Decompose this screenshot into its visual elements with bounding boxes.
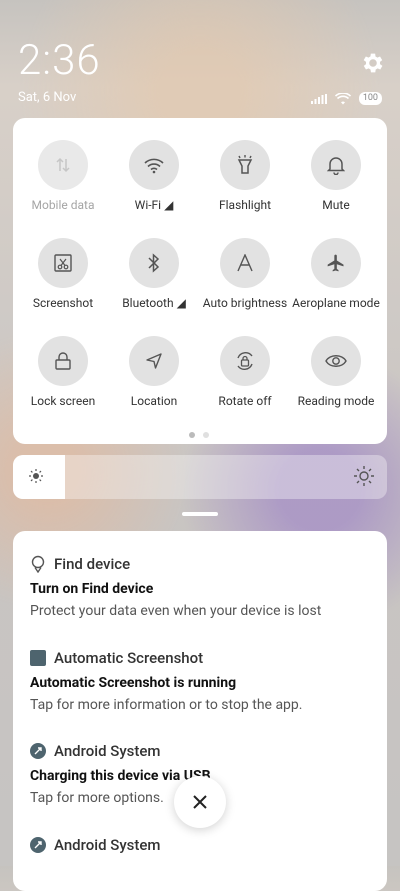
- eye-icon: [311, 336, 361, 386]
- tile-label: Flashlight: [219, 198, 271, 212]
- tile-label: Mute: [322, 198, 350, 212]
- notification-title: Turn on Find device: [30, 581, 154, 597]
- app-name: Android System: [54, 836, 161, 854]
- clear-notifications-button[interactable]: [174, 776, 226, 828]
- bell-icon: [311, 140, 361, 190]
- notification-android-system[interactable]: Android System: [30, 836, 380, 854]
- location-icon: [129, 336, 179, 386]
- tile-label: Rotate off: [218, 394, 272, 408]
- tile-auto-brightness[interactable]: Auto brightness: [200, 238, 290, 310]
- notification-body: Tap for more information or to stop the …: [30, 697, 303, 713]
- drag-handle[interactable]: [182, 512, 218, 516]
- date: Sat, 6 Nov: [18, 90, 77, 105]
- lock-icon: [38, 336, 88, 386]
- notification-title: Automatic Screenshot is running: [30, 675, 237, 691]
- tile-reading-mode[interactable]: Reading mode: [291, 336, 381, 408]
- app-name: Find device: [54, 555, 131, 573]
- android-system-icon: [30, 743, 46, 759]
- find-device-icon: [30, 555, 46, 573]
- tile-label: Bluetooth ◢: [122, 296, 186, 310]
- notification-header: Find device: [30, 555, 380, 573]
- tile-label: Auto brightness: [202, 296, 288, 310]
- screenshot-icon: [38, 238, 88, 288]
- signal-icon: [310, 93, 327, 104]
- system-icons: 100: [310, 92, 382, 105]
- status-area: 2:36 Sat, 6 Nov 100: [0, 0, 400, 120]
- notification-find-device[interactable]: Find device Turn on Find device Protect …: [30, 555, 380, 619]
- notification-body: Protect your data even when your device …: [30, 603, 322, 619]
- page-dot-active: [189, 432, 195, 438]
- brightness-slider[interactable]: [13, 455, 387, 499]
- rotate-lock-icon: [220, 336, 270, 386]
- page-dot[interactable]: [203, 432, 209, 438]
- notification-header: Android System: [30, 836, 380, 854]
- tile-bluetooth[interactable]: Bluetooth ◢: [109, 238, 199, 310]
- notification-panel: Find device Turn on Find device Protect …: [13, 531, 387, 891]
- android-system-icon: [30, 837, 46, 853]
- close-icon: [193, 795, 207, 809]
- tile-label: Aeroplane mode: [292, 296, 380, 310]
- tile-location[interactable]: Location: [109, 336, 199, 408]
- tile-lock-screen[interactable]: Lock screen: [18, 336, 108, 408]
- wifi-status-icon: [334, 92, 351, 104]
- tile-aeroplane-mode[interactable]: Aeroplane mode: [291, 238, 381, 310]
- notification-header: Automatic Screenshot: [30, 649, 380, 667]
- gear-icon[interactable]: [360, 50, 386, 76]
- brightness-high-icon: [354, 466, 374, 486]
- notification-header: Android System: [30, 742, 380, 760]
- tile-label: Lock screen: [30, 394, 96, 408]
- bluetooth-icon: [129, 238, 179, 288]
- app-name: Automatic Screenshot: [54, 649, 204, 667]
- tile-rotate-off[interactable]: Rotate off: [200, 336, 290, 408]
- tile-flashlight[interactable]: Flashlight: [200, 140, 290, 212]
- battery-indicator: 100: [358, 92, 382, 105]
- airplane-icon: [311, 238, 361, 288]
- tile-label: Location: [130, 394, 178, 408]
- tile-mobile-data[interactable]: Mobile data: [18, 140, 108, 212]
- tile-label: Wi-Fi ◢: [134, 198, 174, 212]
- clock: 2:36: [18, 36, 101, 85]
- brightness-low-icon: [29, 469, 43, 483]
- tile-mute[interactable]: Mute: [291, 140, 381, 212]
- tile-label: Reading mode: [297, 394, 375, 408]
- screenshot-app-icon: [30, 650, 46, 666]
- quick-settings-panel: Mobile data Wi-Fi ◢ Flashlight Mute Scre…: [13, 118, 387, 444]
- tile-label: Screenshot: [32, 296, 94, 310]
- flashlight-icon: [220, 140, 270, 190]
- app-name: Android System: [54, 742, 161, 760]
- tile-label: Mobile data: [31, 198, 95, 212]
- mobile-data-icon: [38, 140, 88, 190]
- page-indicator: [189, 432, 209, 438]
- auto-brightness-icon: [220, 238, 270, 288]
- tile-wifi[interactable]: Wi-Fi ◢: [109, 140, 199, 212]
- tile-screenshot[interactable]: Screenshot: [18, 238, 108, 310]
- wifi-icon: [129, 140, 179, 190]
- notification-automatic-screenshot[interactable]: Automatic Screenshot Automatic Screensho…: [30, 649, 380, 713]
